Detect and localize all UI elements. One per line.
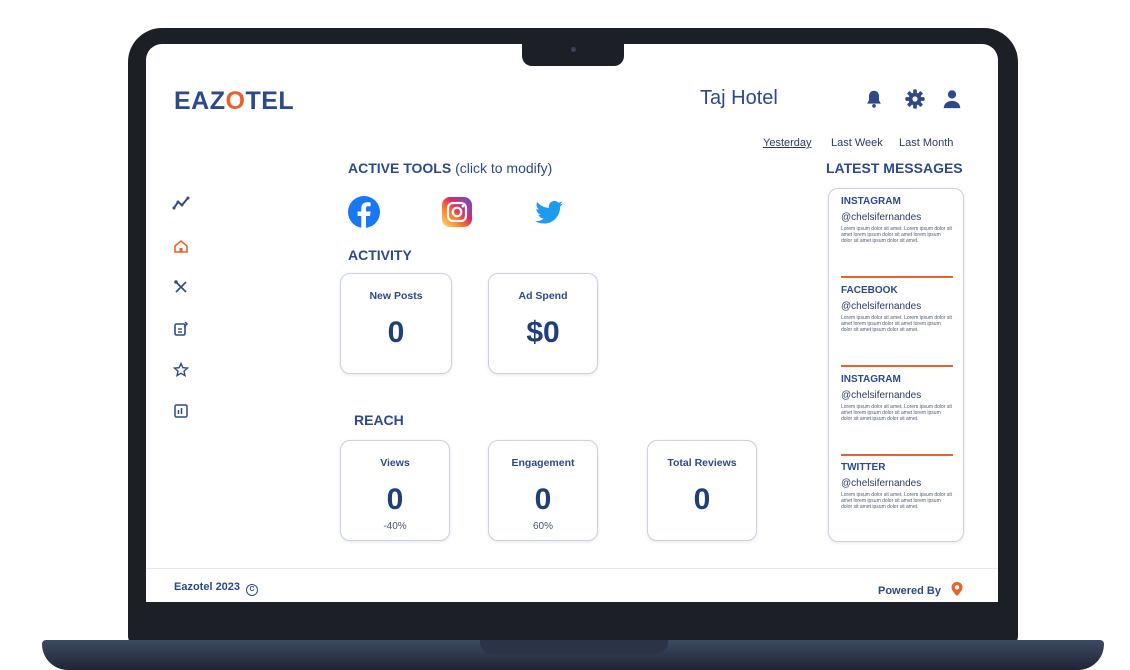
report-icon[interactable] — [172, 402, 190, 420]
webcam — [571, 47, 576, 52]
total-reviews-card[interactable]: Total Reviews 0 — [647, 440, 757, 541]
active-tools-heading: ACTIVE TOOLS — [348, 160, 452, 176]
message-item[interactable]: INSTAGRAM @chelsifernandes Lorem ipsum d… — [841, 374, 953, 456]
logo-part: O — [225, 87, 246, 115]
twitter-icon[interactable] — [533, 196, 565, 228]
ad-spend-card[interactable]: Ad Spend $0 — [488, 273, 598, 374]
card-value: 0 — [693, 483, 711, 516]
latest-messages-title: LATEST MESSAGES — [826, 160, 963, 176]
compose-icon[interactable] — [172, 320, 190, 338]
card-value: $0 — [526, 316, 560, 349]
card-label: Views — [380, 457, 410, 469]
footer-copyright-text: Eazotel 2023 — [174, 581, 241, 593]
trend-icon[interactable] — [172, 194, 190, 212]
message-divider — [841, 365, 953, 367]
period-last-month[interactable]: Last Month — [899, 137, 953, 149]
message-item[interactable]: TWITTER @chelsifernandes Lorem ipsum dol… — [841, 462, 953, 541]
footer-divider — [146, 568, 998, 569]
logo[interactable]: EAZOTEL — [174, 87, 294, 116]
message-body: Lorem ipsum dolor sit amet. Lorem ipsum … — [841, 492, 952, 510]
home-icon[interactable] — [172, 237, 190, 255]
logo-part: TEL — [245, 87, 295, 115]
message-body: Lorem ipsum dolor sit amet. Lorem ipsum … — [841, 226, 952, 244]
message-user: @chelsifernandes — [841, 212, 922, 223]
laptop-base-lip — [480, 640, 668, 654]
message-divider — [841, 454, 953, 456]
bell-icon[interactable] — [863, 88, 885, 110]
powered-by-text: Powered By — [878, 585, 941, 597]
period-last-week[interactable]: Last Week — [831, 137, 883, 149]
dashboard-screen: EAZOTEL Taj Hotel Yesterday Last Week La… — [146, 44, 998, 602]
logo-part: EAZ — [174, 87, 226, 115]
message-user: @chelsifernandes — [841, 301, 922, 312]
message-item[interactable]: FACEBOOK @chelsifernandes Lorem ipsum do… — [841, 285, 953, 367]
new-posts-card[interactable]: New Posts 0 — [340, 273, 452, 374]
message-divider — [841, 276, 953, 278]
card-change: -40% — [383, 521, 407, 532]
engagement-card[interactable]: Engagement 0 60% — [488, 440, 598, 541]
card-change: 60% — [532, 521, 553, 532]
active-tools-title: ACTIVE TOOLS (click to modify) — [348, 160, 552, 176]
card-value: 0 — [387, 316, 405, 349]
copyright-icon: C — [246, 584, 259, 596]
star-icon[interactable] — [172, 361, 190, 379]
footer-left: Eazotel 2023 C — [174, 581, 259, 596]
facebook-icon[interactable] — [348, 196, 380, 228]
messages-panel[interactable]: INSTAGRAM @chelsifernandes Lorem ipsum d… — [828, 188, 964, 542]
message-user: @chelsifernandes — [841, 390, 922, 401]
message-body: Lorem ipsum dolor sit amet. Lorem ipsum … — [841, 315, 952, 333]
message-user: @chelsifernandes — [841, 478, 922, 489]
instagram-icon[interactable] — [441, 196, 473, 228]
message-source: INSTAGRAM — [841, 196, 901, 207]
card-label: New Posts — [369, 290, 423, 302]
tools-icon[interactable] — [172, 278, 190, 296]
message-source: INSTAGRAM — [841, 374, 901, 385]
card-label: Engagement — [511, 457, 575, 469]
card-value: 0 — [534, 483, 552, 516]
active-tools-hint: (click to modify) — [455, 160, 553, 176]
footer-right: Powered By — [878, 581, 964, 597]
card-label: Total Reviews — [667, 457, 737, 469]
card-label: Ad Spend — [518, 290, 568, 302]
hotel-name: Taj Hotel — [700, 87, 778, 109]
message-source: TWITTER — [841, 462, 886, 473]
message-item[interactable]: INSTAGRAM @chelsifernandes Lorem ipsum d… — [841, 196, 953, 278]
powered-by-logo-icon[interactable] — [950, 581, 964, 597]
message-body: Lorem ipsum dolor sit amet. Lorem ipsum … — [841, 404, 952, 422]
card-value: 0 — [386, 483, 404, 516]
gear-icon[interactable] — [904, 88, 926, 110]
views-card[interactable]: Views 0 -40% — [340, 440, 450, 541]
reach-title: REACH — [354, 412, 404, 428]
user-icon[interactable] — [941, 88, 963, 110]
message-source: FACEBOOK — [841, 285, 898, 296]
activity-title: ACTIVITY — [348, 247, 412, 263]
period-yesterday[interactable]: Yesterday — [763, 137, 812, 149]
